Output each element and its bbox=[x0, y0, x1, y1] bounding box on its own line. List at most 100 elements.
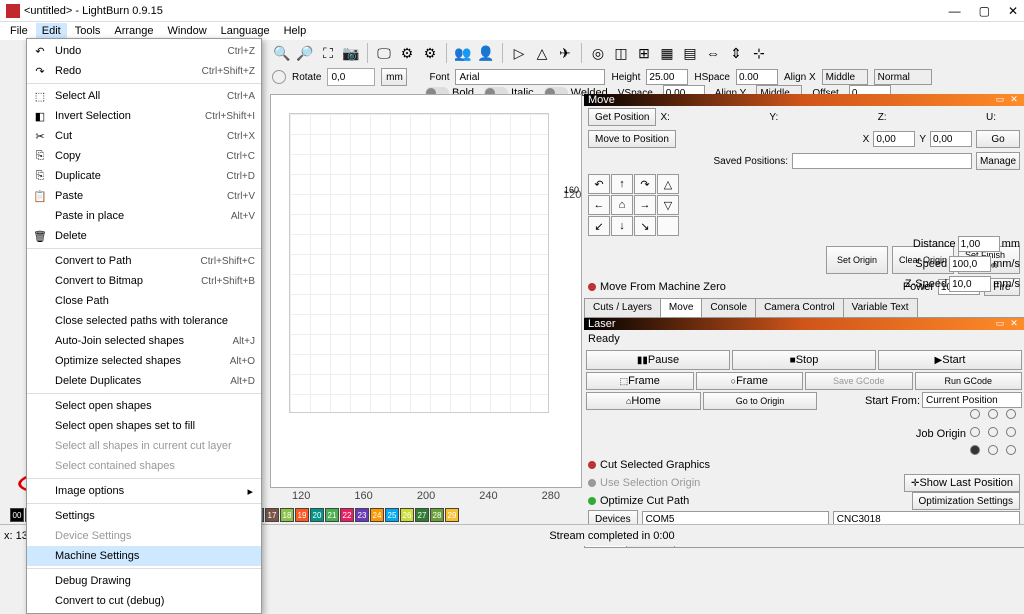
jog-nw[interactable]: ↶ bbox=[588, 174, 610, 194]
menu-item-duplicate[interactable]: ⎘DuplicateCtrl+D bbox=[27, 166, 261, 186]
start-from-combo[interactable]: Current Position bbox=[922, 392, 1022, 408]
get-position-button[interactable]: Get Position bbox=[588, 108, 656, 126]
menu-item-invert-selection[interactable]: ◧Invert SelectionCtrl+Shift+I bbox=[27, 106, 261, 126]
menu-item-close-selected-paths-with-tolerance[interactable]: Close selected paths with tolerance bbox=[27, 311, 261, 331]
align-1-icon[interactable]: ◎ bbox=[588, 43, 608, 63]
jog-s[interactable]: ↓ bbox=[611, 216, 633, 236]
swatch-19[interactable]: 19 bbox=[295, 508, 309, 522]
alignx-combo[interactable]: Middle bbox=[822, 69, 868, 85]
jog-down[interactable]: ▽ bbox=[657, 195, 679, 215]
swatch-20[interactable]: 20 bbox=[310, 508, 324, 522]
jog-se[interactable]: ↘ bbox=[634, 216, 656, 236]
group-icon[interactable]: 👥 bbox=[453, 43, 473, 63]
jog-home[interactable]: ⌂ bbox=[611, 195, 633, 215]
laser-panel-header[interactable]: Laser ▭ ✕ bbox=[584, 318, 1024, 330]
menu-item-paste[interactable]: 📋PasteCtrl+V bbox=[27, 186, 261, 206]
swatch-29[interactable]: 29 bbox=[445, 508, 459, 522]
jog-n[interactable]: ↑ bbox=[611, 174, 633, 194]
menu-edit[interactable]: Edit bbox=[36, 23, 67, 39]
pause-button[interactable]: ▮▮ Pause bbox=[586, 350, 730, 370]
y-input[interactable] bbox=[930, 131, 972, 147]
menu-item-select-open-shapes-set-to-fill[interactable]: Select open shapes set to fill bbox=[27, 416, 261, 436]
jog-e[interactable]: → bbox=[634, 195, 656, 215]
jog-w[interactable]: ← bbox=[588, 195, 610, 215]
menu-item-optimize-selected-shapes[interactable]: Optimize selected shapesAlt+O bbox=[27, 351, 261, 371]
menu-help[interactable]: Help bbox=[278, 23, 313, 39]
close-button[interactable]: ✕ bbox=[1008, 4, 1018, 18]
pos-grid-icon[interactable] bbox=[272, 70, 286, 84]
origin-bl[interactable] bbox=[970, 445, 980, 455]
minimize-button[interactable]: — bbox=[949, 4, 961, 18]
camera-icon[interactable]: 📷 bbox=[341, 43, 361, 63]
jog-up[interactable]: △ bbox=[657, 174, 679, 194]
origin-bc[interactable] bbox=[988, 445, 998, 455]
swatch-21[interactable]: 21 bbox=[325, 508, 339, 522]
align-8-icon[interactable]: ⊹ bbox=[749, 43, 769, 63]
swatch-17[interactable]: 17 bbox=[265, 508, 279, 522]
menu-item-cut[interactable]: ✂CutCtrl+X bbox=[27, 126, 261, 146]
maximize-button[interactable]: ▢ bbox=[979, 4, 990, 18]
move-panel-header[interactable]: Move ▭ ✕ bbox=[584, 94, 1024, 106]
jog-ne[interactable]: ↷ bbox=[634, 174, 656, 194]
menu-item-auto-join-selected-shapes[interactable]: Auto-Join selected shapesAlt+J bbox=[27, 331, 261, 351]
swatch-22[interactable]: 22 bbox=[340, 508, 354, 522]
frame2-button[interactable]: ○ Frame bbox=[696, 372, 804, 390]
speed-input[interactable] bbox=[949, 256, 991, 272]
tab-console[interactable]: Console bbox=[701, 298, 756, 317]
ungroup-icon[interactable]: 👤 bbox=[476, 43, 496, 63]
hspace-input[interactable] bbox=[736, 69, 778, 85]
x-input[interactable] bbox=[873, 131, 915, 147]
swatch-25[interactable]: 25 bbox=[385, 508, 399, 522]
menu-language[interactable]: Language bbox=[215, 23, 276, 39]
unit-toggle[interactable]: mm bbox=[381, 68, 407, 86]
menu-item-machine-settings[interactable]: Machine Settings bbox=[27, 546, 261, 566]
panel-close-icon[interactable]: ✕ bbox=[1008, 94, 1020, 106]
menu-item-select-open-shapes[interactable]: Select open shapes bbox=[27, 396, 261, 416]
swatch-18[interactable]: 18 bbox=[280, 508, 294, 522]
send-icon[interactable]: ✈ bbox=[555, 43, 575, 63]
saved-positions-combo[interactable] bbox=[792, 153, 972, 169]
align-6-icon[interactable]: ⇔ bbox=[703, 43, 723, 63]
panel-close-icon[interactable]: ✕ bbox=[1008, 318, 1020, 330]
align-7-icon[interactable]: ⇕ bbox=[726, 43, 746, 63]
undock-icon[interactable]: ▭ bbox=[994, 318, 1006, 330]
jog-sw[interactable]: ↙ bbox=[588, 216, 610, 236]
mirror-v-icon[interactable]: △ bbox=[532, 43, 552, 63]
devicegear-icon[interactable]: ⚙ bbox=[420, 43, 440, 63]
origin-tl[interactable] bbox=[970, 409, 980, 419]
menu-item-redo[interactable]: ↷RedoCtrl+Shift+Z bbox=[27, 61, 261, 81]
tab-move[interactable]: Move bbox=[660, 298, 702, 317]
menu-item-delete[interactable]: 🗑Delete bbox=[27, 226, 261, 246]
tab-camera[interactable]: Camera Control bbox=[755, 298, 844, 317]
frame-icon[interactable]: ⛶ bbox=[318, 43, 338, 63]
swatch-23[interactable]: 23 bbox=[355, 508, 369, 522]
gear-icon[interactable]: ⚙ bbox=[397, 43, 417, 63]
undock-icon[interactable]: ▭ bbox=[994, 94, 1006, 106]
zoom-out-icon[interactable]: 🔎 bbox=[295, 43, 315, 63]
tab-vartext[interactable]: Variable Text bbox=[843, 298, 918, 317]
origin-mr[interactable] bbox=[1006, 427, 1016, 437]
menu-window[interactable]: Window bbox=[162, 23, 213, 39]
work-area[interactable] bbox=[289, 113, 549, 413]
swatch-24[interactable]: 24 bbox=[370, 508, 384, 522]
go-button[interactable]: Go bbox=[976, 130, 1020, 148]
align-5-icon[interactable]: ▤ bbox=[680, 43, 700, 63]
menu-item-image-options[interactable]: Image options▸ bbox=[27, 481, 261, 501]
monitor-icon[interactable]: 🖵 bbox=[374, 43, 394, 63]
origin-tr[interactable] bbox=[1006, 409, 1016, 419]
rotate-input[interactable] bbox=[327, 68, 375, 86]
stop-button[interactable]: ■ Stop bbox=[732, 350, 876, 370]
go-origin-button[interactable]: Go to Origin bbox=[703, 392, 818, 410]
menu-item-delete-duplicates[interactable]: Delete DuplicatesAlt+D bbox=[27, 371, 261, 391]
menu-file[interactable]: File bbox=[4, 23, 34, 39]
origin-mc[interactable] bbox=[988, 427, 998, 437]
swatch-26[interactable]: 26 bbox=[400, 508, 414, 522]
font-combo[interactable]: Arial bbox=[455, 69, 605, 85]
show-last-button[interactable]: ✛ Show Last Position bbox=[904, 474, 1020, 492]
opt-settings-button[interactable]: Optimization Settings bbox=[912, 492, 1021, 510]
save-gcode-button[interactable]: Save GCode bbox=[805, 372, 913, 390]
tab-cuts[interactable]: Cuts / Layers bbox=[584, 298, 661, 317]
zoom-in-icon[interactable]: 🔍 bbox=[272, 43, 292, 63]
distance-input[interactable] bbox=[958, 236, 1000, 252]
menu-item-convert-to-path[interactable]: Convert to PathCtrl+Shift+C bbox=[27, 251, 261, 271]
